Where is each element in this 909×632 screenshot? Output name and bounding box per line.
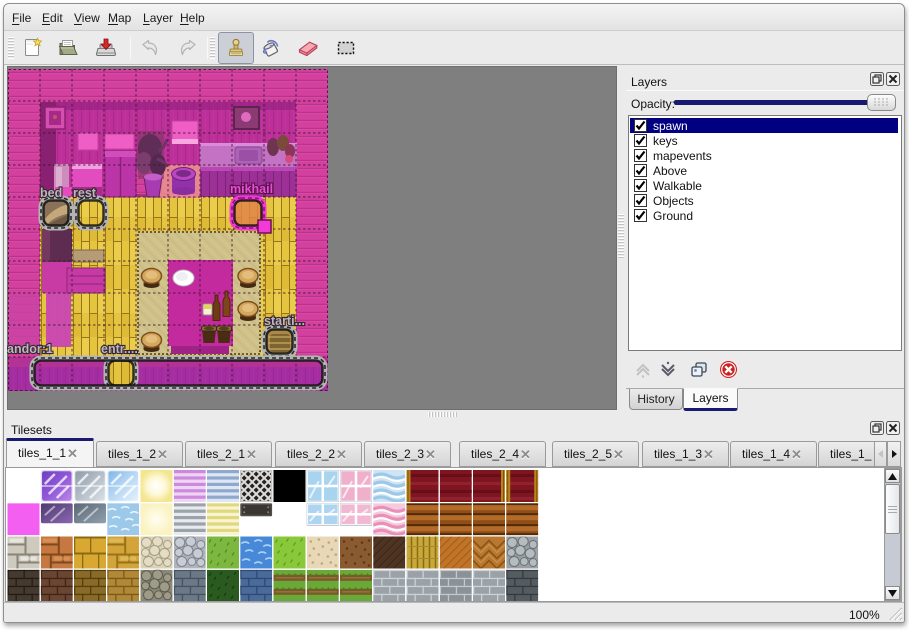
svg-text:andor:1: andor:1 [7, 342, 53, 356]
svg-text:rest: rest [73, 186, 97, 200]
svg-text:mikhail: mikhail [230, 182, 273, 196]
svg-text:entr....: entr.... [101, 342, 138, 356]
svg-text:starti...: starti... [264, 314, 305, 328]
svg-text:bed: bed [40, 186, 62, 200]
